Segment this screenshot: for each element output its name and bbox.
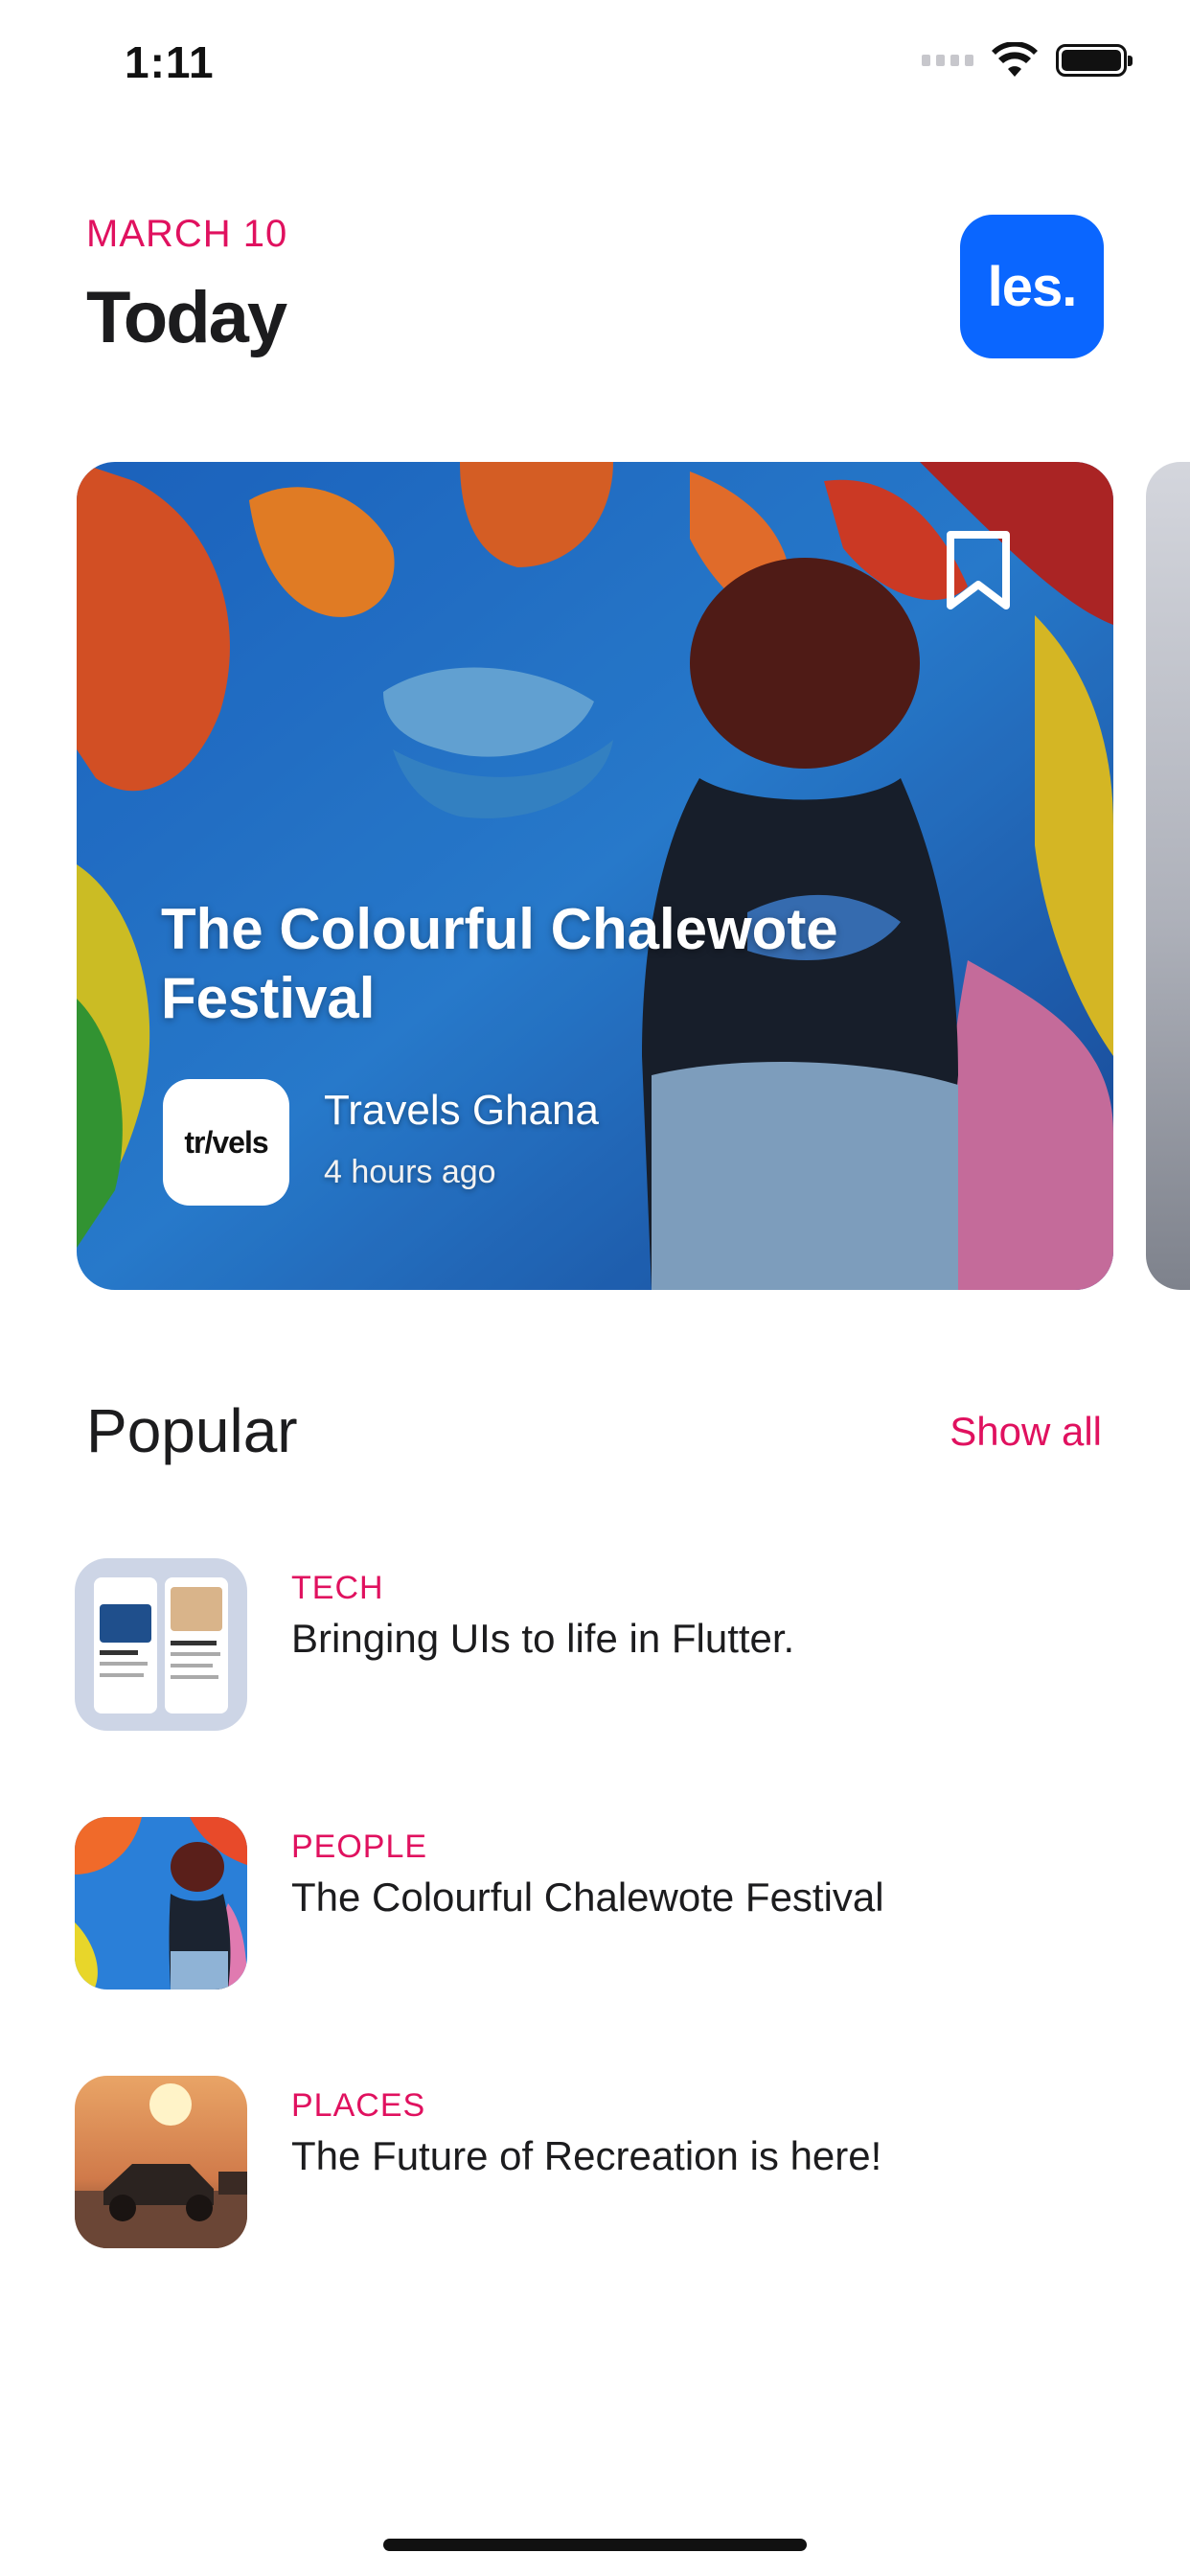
article-category: PLACES (291, 2087, 426, 2124)
popular-section-title: Popular (86, 1396, 298, 1465)
profile-avatar-button[interactable]: les. (960, 215, 1104, 358)
article-category: TECH (291, 1570, 384, 1606)
battery-icon (1056, 44, 1133, 77)
article-thumbnail (75, 1558, 247, 1731)
article-title: The Colourful Chalewote Festival (291, 1874, 884, 1920)
bookmark-icon[interactable] (945, 531, 1012, 610)
page-title: Today (86, 277, 287, 358)
featured-article-card[interactable]: The Colourful Chalewote Festival tr/vels… (77, 462, 1113, 1290)
popular-list-item[interactable]: PLACES The Future of Recreation is here! (75, 2076, 1129, 2248)
popular-list-item[interactable]: TECH Bringing UIs to life in Flutter. (75, 1558, 1129, 1731)
source-name: Travels Ghana (324, 1087, 599, 1134)
publish-time: 4 hours ago (324, 1154, 496, 1190)
next-featured-card[interactable] (1146, 462, 1190, 1290)
status-time: 1:11 (125, 37, 215, 87)
article-thumbnail (75, 1817, 247, 1990)
article-title: The Future of Recreation is here! (291, 2133, 882, 2178)
status-icons (922, 42, 1133, 79)
article-thumbnail (75, 2076, 247, 2248)
home-indicator[interactable] (383, 2539, 807, 2551)
popular-list-item[interactable]: PEOPLE The Colourful Chalewote Festival (75, 1817, 1129, 1990)
source-logo: tr/vels (163, 1079, 289, 1206)
article-category: PEOPLE (291, 1828, 428, 1865)
featured-title: The Colourful Chalewote Festival (161, 897, 838, 1030)
wifi-icon (992, 42, 1038, 77)
show-all-link[interactable]: Show all (950, 1409, 1102, 1455)
cellular-signal-icon (922, 55, 973, 66)
date-label: MARCH 10 (86, 213, 288, 255)
article-title: Bringing UIs to life in Flutter. (291, 1616, 795, 1661)
